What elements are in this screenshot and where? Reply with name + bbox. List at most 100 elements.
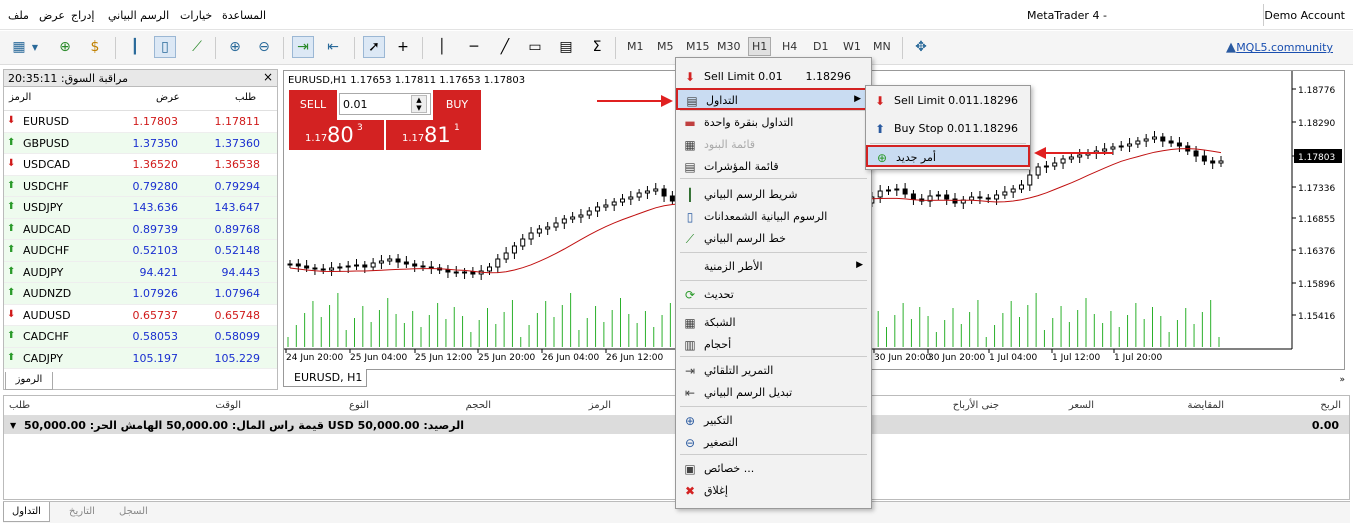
tf-h4[interactable]: H4 xyxy=(782,40,797,53)
col-volume[interactable]: الحجم xyxy=(466,400,491,411)
menu-item-close[interactable]: ✖ إغلاق xyxy=(676,480,871,502)
tf-mn[interactable]: MN xyxy=(873,40,891,53)
menu-item-chart-shift[interactable]: ⇤ تبديل الرسم البياني xyxy=(676,382,871,404)
mql5-community-link[interactable]: MQL5.community xyxy=(1236,41,1333,54)
bar-chart-icon[interactable]: ┃ xyxy=(124,36,146,58)
market-watch-row[interactable]: ⬇ EURUSD 1.17803 1.17811 xyxy=(4,111,277,133)
tab-history[interactable]: التاريخ xyxy=(61,502,103,522)
vertical-line-icon[interactable]: │ xyxy=(431,36,453,58)
menu-item-grid[interactable]: ▦ الشبكة xyxy=(676,312,871,334)
zoom-out-icon[interactable]: ⊖ xyxy=(253,36,275,58)
cursor-icon[interactable]: ➚ xyxy=(363,36,385,58)
double-chevron-icon[interactable]: » xyxy=(1339,375,1345,385)
close-icon[interactable]: × xyxy=(263,70,273,84)
menu-tools[interactable]: خيارات xyxy=(180,9,212,22)
col-price[interactable]: السعر xyxy=(1069,400,1094,411)
menu-item-label: تبديل الرسم البياني xyxy=(704,386,793,399)
menu-item-refresh[interactable]: ⟳ تحديث xyxy=(676,284,871,306)
tab-journal[interactable]: السجل xyxy=(111,502,156,522)
menu-item-zoom-out[interactable]: ⊖ التصغير xyxy=(676,432,871,454)
shapes-icon[interactable]: Σ xyxy=(586,36,608,58)
candle-body xyxy=(412,263,418,267)
submenu-sell-limit[interactable]: ⬇ Sell Limit 0.01 1.18296 xyxy=(866,90,1030,112)
submenu-new-order[interactable]: ⊕ أمر جديد xyxy=(866,145,1030,167)
buy-button[interactable]: BUY xyxy=(433,90,481,120)
candlesticks-icon[interactable]: ▯ xyxy=(154,36,176,58)
fullscreen-icon[interactable]: ✥ xyxy=(910,36,932,58)
menu-item-sell-limit[interactable]: ⬇ Sell Limit 0.01 1.18296 xyxy=(676,66,871,88)
sell-price-box[interactable]: 1.17 80 3 xyxy=(289,120,384,150)
menu-view[interactable]: عرض xyxy=(39,9,65,22)
col-type[interactable]: النوع xyxy=(349,400,369,411)
new-profile-icon[interactable]: ⊕ xyxy=(54,36,76,58)
candle-body xyxy=(653,188,659,192)
menu-charts[interactable]: الرسم البياني xyxy=(108,9,169,22)
submenu-buy-stop[interactable]: ⬆ Buy Stop 0.01 1.18296 xyxy=(866,118,1030,140)
row-ask: 0.79294 xyxy=(214,179,261,193)
submenu-item-label: Buy Stop 0.01 xyxy=(894,122,972,135)
market-watch-row[interactable]: ⬆ AUDCAD 0.89739 0.89768 xyxy=(4,218,277,240)
menu-item-properties[interactable]: ▣ خصائص ... xyxy=(676,458,871,480)
trendline-icon[interactable]: ╱ xyxy=(494,36,516,58)
candle-body xyxy=(661,188,667,197)
tf-w1[interactable]: W1 xyxy=(843,40,861,53)
sell-button[interactable]: SELL xyxy=(289,90,337,120)
row-symbol: EURUSD xyxy=(23,115,70,128)
menu-item-one-click-trading[interactable]: ▬ التداول بنقرة واحدة xyxy=(676,112,871,134)
menu-item-candlesticks[interactable]: ▯ الرسوم البيانية الشمعدانات xyxy=(676,206,871,228)
tf-m15[interactable]: M15 xyxy=(686,40,710,53)
menu-item-auto-scroll[interactable]: ⇥ التمرير التلقائي xyxy=(676,360,871,382)
market-watch-row[interactable]: ⬇ USDCAD 1.36520 1.36538 xyxy=(4,154,277,176)
tab-trade[interactable]: التداول xyxy=(3,502,50,522)
chart-shift-icon[interactable]: ⇤ xyxy=(322,36,344,58)
tf-m5[interactable]: M5 xyxy=(657,40,674,53)
new-chart-icon[interactable]: ▦ xyxy=(8,36,30,58)
market-watch-row[interactable]: ⬆ USDJPY 143.636 143.647 xyxy=(4,197,277,219)
tf-h1[interactable]: H1 xyxy=(748,37,772,56)
col-profit[interactable]: الربح xyxy=(1320,400,1341,411)
market-watch-row[interactable]: ⬆ CADJPY 105.197 105.229 xyxy=(4,347,277,369)
menu-file[interactable]: ملف xyxy=(8,9,29,22)
market-watch-row[interactable]: ⬆ AUDCHF 0.52103 0.52148 xyxy=(4,240,277,262)
market-watch-icon[interactable]: $ xyxy=(84,36,106,58)
text-label-icon[interactable]: ▭ xyxy=(524,36,546,58)
market-watch-row[interactable]: ⬆ AUDJPY 94.421 94.443 xyxy=(4,261,277,283)
col-ask[interactable]: طلب xyxy=(235,92,256,103)
collapse-icon[interactable]: ▼ xyxy=(10,421,16,430)
col-symbol[interactable]: الرمز xyxy=(589,400,611,411)
chevron-down-icon[interactable]: ▼ xyxy=(30,36,40,58)
lot-stepper[interactable]: ▲ ▼ xyxy=(411,95,427,113)
col-symbol[interactable]: الرمز xyxy=(9,92,31,103)
menu-item-bar-chart[interactable]: ┃ شريط الرسم البياني xyxy=(676,184,871,206)
col-swap[interactable]: المقايضة xyxy=(1187,400,1224,411)
col-time[interactable]: الوقت xyxy=(215,400,241,411)
market-watch-row[interactable]: ⬆ AUDNZD 1.07926 1.07964 xyxy=(4,283,277,305)
tf-m1[interactable]: M1 xyxy=(627,40,644,53)
menu-insert[interactable]: إدراج xyxy=(71,9,94,22)
col-bid[interactable]: عرض xyxy=(156,92,180,103)
market-watch-row[interactable]: ⬇ AUDUSD 0.65737 0.65748 xyxy=(4,305,277,326)
col-order[interactable]: طلب xyxy=(9,400,30,411)
tf-m30[interactable]: M30 xyxy=(717,40,741,53)
fibonacci-icon[interactable]: ▤ xyxy=(555,36,577,58)
buy-price-box[interactable]: 1.17 81 1 xyxy=(386,120,481,150)
line-chart-icon[interactable]: ⟋ xyxy=(186,36,208,58)
menu-item-trade[interactable]: ▤ التداول ▶ xyxy=(676,88,871,110)
market-watch-row[interactable]: ⬆ USDCHF 0.79280 0.79294 xyxy=(4,175,277,197)
horizontal-line-icon[interactable]: ─ xyxy=(463,36,485,58)
menu-item-indicators-list[interactable]: ▤ قائمة المؤشرات xyxy=(676,156,871,178)
sell-limit-icon: ⬇ xyxy=(874,94,886,108)
mql-icon: ▲ xyxy=(1226,40,1236,55)
zoom-in-icon[interactable]: ⊕ xyxy=(224,36,246,58)
menu-item-line-chart[interactable]: ⟋ خط الرسم البياني xyxy=(676,228,871,250)
crosshair-icon[interactable]: + xyxy=(392,36,414,58)
market-watch-row[interactable]: ⬆ GBPUSD 1.37350 1.37360 xyxy=(4,132,277,154)
col-take-profit[interactable]: جنى الأرباح xyxy=(953,400,999,411)
market-watch-row[interactable]: ⬆ CADCHF 0.58053 0.58099 xyxy=(4,326,277,348)
auto-scroll-icon[interactable]: ⇥ xyxy=(292,36,314,58)
menu-item-zoom-in[interactable]: ⊕ التكبير xyxy=(676,410,871,432)
menu-help[interactable]: المساعدة xyxy=(222,9,266,22)
tf-d1[interactable]: D1 xyxy=(813,40,828,53)
menu-item-timeframes[interactable]: الأطر الزمنية ▶ xyxy=(676,256,871,278)
menu-item-volumes[interactable]: ▥ أحجام xyxy=(676,334,871,356)
